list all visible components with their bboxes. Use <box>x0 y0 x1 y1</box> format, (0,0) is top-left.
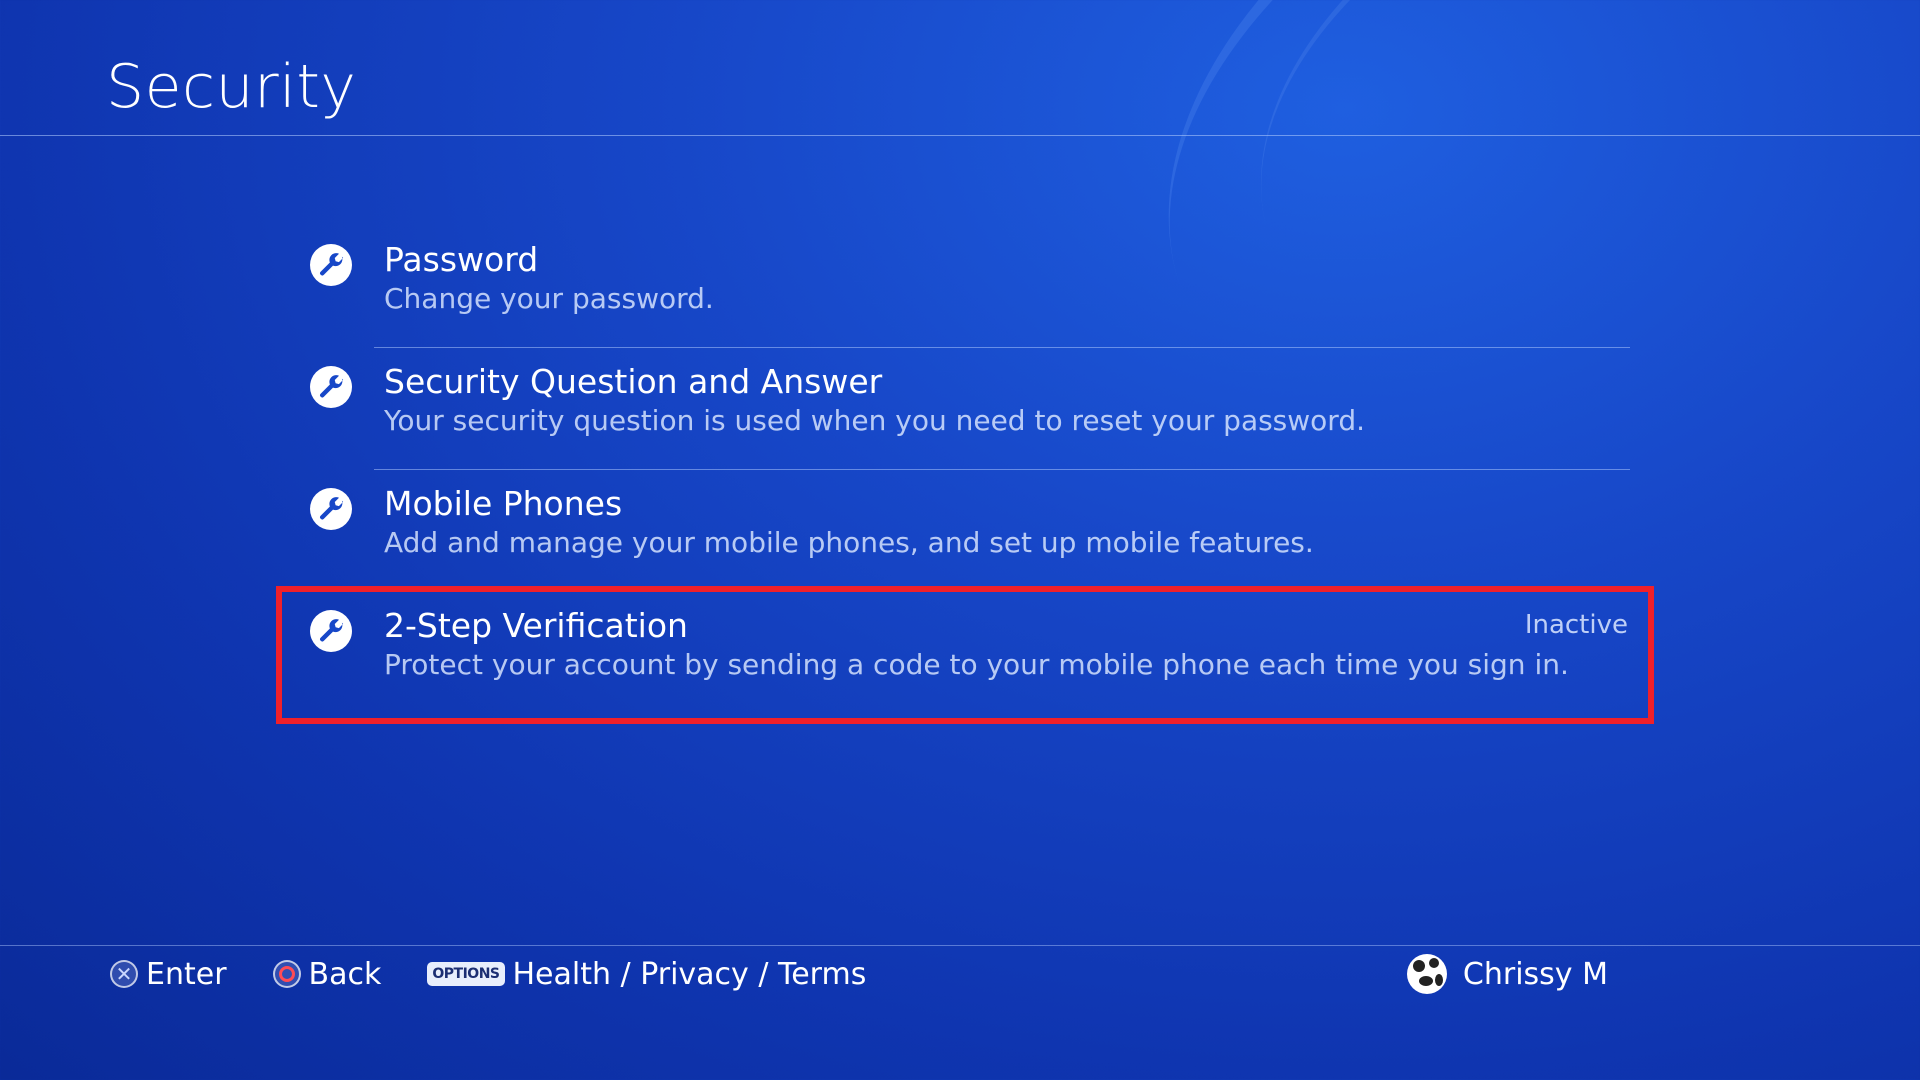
menu-item-description: Change your password. <box>384 282 714 315</box>
menu-item-label: 2-Step Verification <box>384 606 688 645</box>
options-button-icon: OPTIONS <box>427 962 505 986</box>
wrench-icon <box>310 488 352 530</box>
avatar <box>1406 954 1447 994</box>
menu-item-description: Protect your account by sending a code t… <box>384 648 1569 681</box>
wrench-icon <box>310 610 352 652</box>
button-hints: ✕ Enter Back OPTIONS Health / Privacy / … <box>110 952 912 996</box>
status-badge: Inactive <box>1524 610 1628 640</box>
user-profile: Chrissy M <box>1406 952 1608 996</box>
cross-button-icon: ✕ <box>110 960 138 988</box>
back-hint[interactable]: Back <box>272 956 382 992</box>
menu-item-mobile-phones[interactable]: Mobile Phones Add and manage your mobile… <box>300 470 1630 592</box>
page-title: Security <box>106 52 357 122</box>
security-menu: Password Change your password. Security … <box>276 226 1654 724</box>
back-label: Back <box>308 956 382 992</box>
menu-item-security-question[interactable]: Security Question and Answer Your securi… <box>300 348 1630 470</box>
menu-item-description: Add and manage your mobile phones, and s… <box>384 526 1314 559</box>
menu-item-label: Mobile Phones <box>384 484 623 523</box>
wrench-icon <box>310 366 352 408</box>
menu-item-label: Password <box>384 240 539 279</box>
menu-item-label: Security Question and Answer <box>384 362 883 401</box>
footer-divider <box>0 945 1920 946</box>
options-label: Health / Privacy / Terms <box>512 956 867 992</box>
menu-item-2-step-verification[interactable]: 2-Step Verification Protect your account… <box>276 586 1654 724</box>
enter-label: Enter <box>146 956 227 992</box>
enter-hint[interactable]: ✕ Enter <box>110 957 227 992</box>
circle-button-icon <box>272 960 301 988</box>
menu-item-password[interactable]: Password Change your password. <box>300 226 1630 348</box>
wrench-icon <box>310 244 352 286</box>
options-hint[interactable]: OPTIONS Health / Privacy / Terms <box>427 957 866 992</box>
title-divider <box>0 135 1920 136</box>
menu-item-description: Your security question is used when you … <box>384 404 1365 437</box>
user-name: Chrissy M <box>1462 956 1608 992</box>
